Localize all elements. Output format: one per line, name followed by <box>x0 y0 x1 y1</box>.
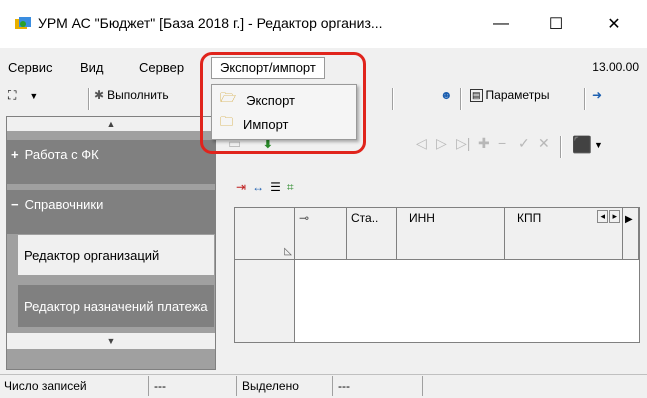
tree-icon: ⛶ <box>8 88 17 102</box>
grid-toolbar: ⇥ ↔ ☰ ⌗ <box>236 180 294 195</box>
sidebar-item-payment-editor-label: Редактор назначений платежа <box>17 284 215 328</box>
panel-scroll-down-button[interactable]: ▼ <box>7 333 215 349</box>
menu-view[interactable]: Вид <box>76 58 108 77</box>
window-title: УРМ АС "Бюджет" [База 2018 г.] - Редакто… <box>38 15 383 31</box>
run-button[interactable]: ✱ Выполнить <box>94 88 169 102</box>
menu-service[interactable]: Сервис <box>4 58 57 77</box>
toolbar-separator <box>584 88 586 110</box>
sidebar-item-org-editor-label: Редактор организаций <box>17 234 215 276</box>
run-icon: ✱ <box>94 88 105 102</box>
column-kpp-label: КПП <box>517 211 542 225</box>
cube-icon[interactable]: ⬛ <box>572 135 592 155</box>
last-icon[interactable]: ▷| <box>456 135 470 152</box>
selected-label: Выделено <box>242 379 299 393</box>
status-separator <box>422 376 423 396</box>
filter-icon[interactable]: ⌗ <box>287 180 294 195</box>
dropdown-arrow-icon: ▼ <box>29 90 39 101</box>
records-label: Число записей <box>4 379 87 393</box>
toolbar-separator <box>88 88 90 110</box>
panel-scroll-up-button[interactable]: ▲ <box>7 117 215 131</box>
more-columns-icon: ▶ <box>625 214 633 225</box>
confirm-icon[interactable]: ✓ <box>518 135 530 152</box>
status-separator <box>332 376 333 396</box>
toolbar-separator <box>392 88 394 110</box>
dropdown-arrow-icon[interactable]: ▼ <box>594 140 603 150</box>
insert-icon[interactable]: ⇥ <box>236 180 246 195</box>
minimize-button[interactable]: — <box>478 8 524 40</box>
collapse-icon: − <box>11 197 19 212</box>
swap-icon[interactable]: ↔ <box>252 180 264 195</box>
records-value: --- <box>154 379 166 393</box>
close-button[interactable]: ✕ <box>591 8 637 40</box>
column-status-label: Ста.. <box>351 211 379 225</box>
column-header-inn[interactable]: ИНН <box>397 208 505 260</box>
prev-icon[interactable]: ◁ <box>416 135 427 152</box>
person-button[interactable]: ☻ <box>440 88 453 102</box>
exit-icon: ➜ <box>592 88 603 102</box>
cancel-icon[interactable]: ✕ <box>538 135 550 152</box>
grid-corner: ◺ <box>235 208 295 260</box>
group-fk[interactable]: + Работа с ФК <box>7 140 215 184</box>
person-icon: ☻ <box>440 88 453 102</box>
status-separator <box>236 376 237 396</box>
data-grid[interactable]: ◺ ⊸ Ста.. ИНН КПП ◂ ▸ ▶ <box>234 207 640 343</box>
params-icon: ▤ <box>470 88 483 102</box>
column-inn-label: ИНН <box>409 211 435 225</box>
toolbar-separator <box>460 88 462 110</box>
tree-button[interactable]: ⛶ ▼ <box>8 88 38 103</box>
arrow-down-icon: ▼ <box>106 336 116 346</box>
exit-button[interactable]: ➜ <box>592 88 602 102</box>
group-fk-label: Работа с ФК <box>24 147 99 162</box>
status-separator <box>148 376 149 396</box>
scroll-right-icon[interactable]: ▸ <box>609 210 620 223</box>
list-icon[interactable]: ☰ <box>270 180 281 195</box>
menu-server[interactable]: Сервер <box>135 58 188 77</box>
expand-icon: + <box>11 147 19 162</box>
remove-icon[interactable]: − <box>498 135 506 151</box>
column-header-status[interactable]: Ста.. <box>347 208 397 260</box>
group-reference[interactable]: − Справочники <box>7 190 215 234</box>
column-more-button[interactable]: ▶ <box>623 208 639 260</box>
maximize-button[interactable]: ☐ <box>533 8 579 40</box>
app-icon <box>14 16 32 32</box>
sidebar-item-payment-editor[interactable]: Редактор назначений платежа <box>7 284 215 328</box>
highlight-outline <box>200 52 366 154</box>
add-icon[interactable]: ✚ <box>478 135 490 152</box>
arrow-up-icon: ▲ <box>106 119 116 129</box>
version-label: 13.00.00 <box>592 60 639 74</box>
column-header-kpp[interactable]: КПП ◂ ▸ <box>505 208 623 260</box>
params-label: Параметры <box>485 88 550 102</box>
next-icon[interactable]: ▷ <box>436 135 447 152</box>
sidebar-item-org-editor[interactable]: Редактор организаций <box>7 234 215 278</box>
toolbar-separator <box>560 136 562 158</box>
link-icon: ⊸ <box>299 211 310 225</box>
scroll-left-icon[interactable]: ◂ <box>597 210 608 223</box>
grid-row-header <box>235 260 295 342</box>
group-reference-label: Справочники <box>24 197 104 212</box>
status-bar <box>0 374 647 398</box>
selected-value: --- <box>338 379 350 393</box>
link-column-header[interactable]: ⊸ <box>295 208 347 260</box>
run-label: Выполнить <box>107 88 169 102</box>
params-button[interactable]: ▤ Параметры <box>470 88 549 102</box>
